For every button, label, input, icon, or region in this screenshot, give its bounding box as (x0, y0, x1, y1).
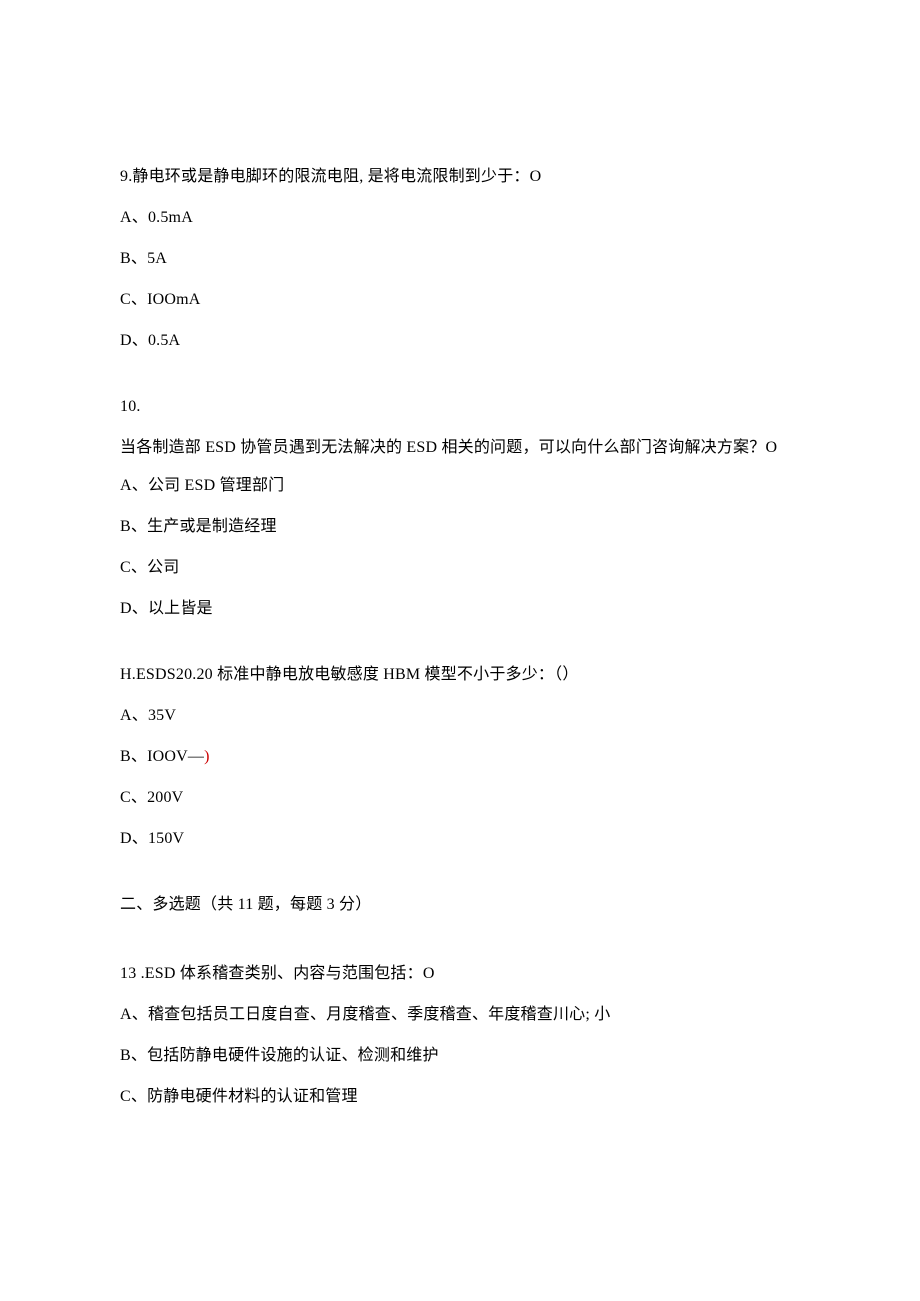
q11-option-d: D、150V (120, 827, 800, 851)
q13-option-b: B、包括防静电硬件设施的认证、检测和维护 (120, 1044, 800, 1068)
q11-option-c: C、200V (120, 786, 800, 810)
spacer (120, 934, 800, 962)
spacer (120, 370, 800, 395)
q9-option-b: B、5A (120, 247, 800, 271)
q10-option-a: A、公司 ESD 管理部门 (120, 474, 800, 498)
q9-option-a: A、0.5mA (120, 206, 800, 230)
q11-stem: H.ESDS20.20 标准中静电放电敏感度 HBM 模型不小于多少：（） (120, 663, 800, 687)
q10-option-d: D、以上皆是 (120, 597, 800, 621)
q13-option-c: C、防静电硬件材料的认证和管理 (120, 1085, 800, 1109)
q9-option-d: D、0.5A (120, 329, 800, 353)
spacer (120, 638, 800, 663)
q10-option-b: B、生产或是制造经理 (120, 515, 800, 539)
q11-option-b-text: B、IOOV— (120, 748, 204, 765)
q11-option-b-paren: ) (204, 748, 210, 765)
document-page: 9.静电环或是静电脚环的限流电阻, 是将电流限制到少于：O A、0.5mA B、… (0, 0, 920, 1226)
q10-option-c: C、公司 (120, 556, 800, 580)
q10-number: 10. (120, 395, 800, 419)
spacer (120, 868, 800, 893)
q11-option-a: A、35V (120, 704, 800, 728)
q9-option-c: C、IOOmA (120, 288, 800, 312)
q13-stem: 13 .ESD 体系稽查类别、内容与范围包括：O (120, 962, 800, 986)
q10-stem: 当各制造部 ESD 协管员遇到无法解决的 ESD 相关的问题，可以向什么部门咨询… (120, 436, 800, 460)
q9-stem: 9.静电环或是静电脚环的限流电阻, 是将电流限制到少于：O (120, 165, 800, 189)
q11-option-b: B、IOOV—) (120, 745, 800, 769)
q13-option-a: A、稽查包括员工日度自查、月度稽查、季度稽查、年度稽查川心; 小 (120, 1003, 800, 1027)
section-2-heading: 二、多选题（共 11 题，每题 3 分） (120, 893, 800, 917)
